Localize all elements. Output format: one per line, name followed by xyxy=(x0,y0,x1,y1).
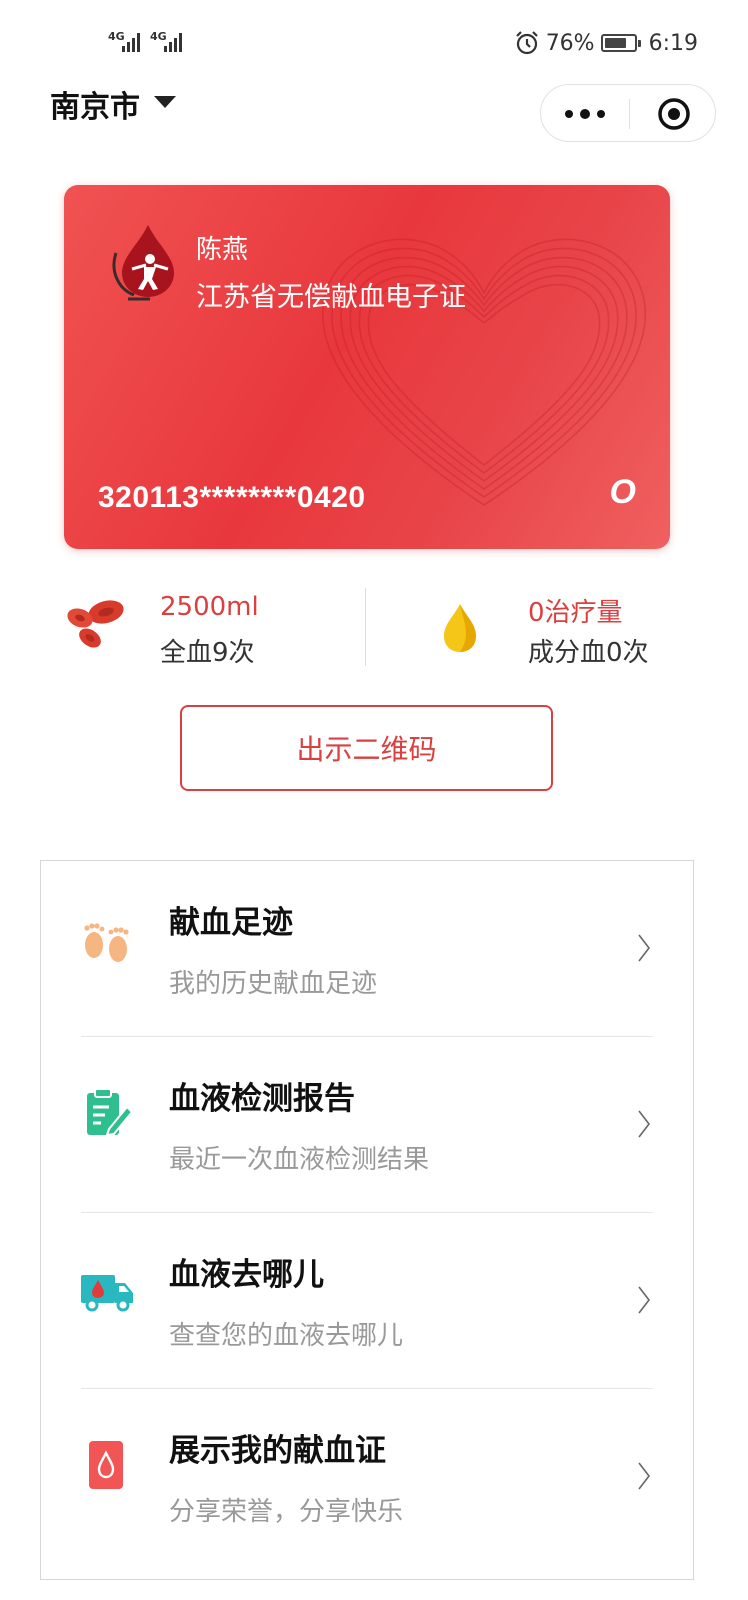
chevron-down-icon xyxy=(154,96,176,108)
donor-name: 陈燕 xyxy=(196,235,249,265)
city-label: 南京市 xyxy=(50,90,140,125)
chevron-right-icon xyxy=(638,934,651,962)
donor-card[interactable]: 陈燕 江苏省无偿献血电子证 320113********0420 O xyxy=(64,185,670,549)
battery-percent: 76% xyxy=(545,30,595,56)
blood-certificate-icon xyxy=(89,1441,123,1489)
red-blood-cells-icon xyxy=(67,600,124,648)
footprints-icon xyxy=(84,923,129,962)
show-qr-code-button[interactable]: 出示二维码 xyxy=(180,705,553,791)
list-item-donation-history[interactable]: 献血足迹 我的历史献血足迹 xyxy=(41,861,693,1037)
alarm-icon xyxy=(515,31,538,55)
status-bar: 4G 4G 76% 6:19 xyxy=(0,0,748,84)
item-subtitle: 最近一次血液检测结果 xyxy=(169,1145,430,1175)
item-title: 血液去哪儿 xyxy=(169,1257,324,1293)
component-blood-stat: 0治疗量 成分血0次 xyxy=(432,590,692,670)
plasma-drop-icon xyxy=(444,604,476,652)
item-subtitle: 分享荣誉，分享快乐 xyxy=(169,1497,404,1527)
item-subtitle: 查查您的血液去哪儿 xyxy=(169,1321,404,1351)
whole-blood-count: 全血9次 xyxy=(160,638,255,668)
list-item-show-certificate[interactable]: 展示我的献血证 分享荣誉，分享快乐 xyxy=(41,1389,693,1565)
clock: 6:19 xyxy=(648,30,698,56)
item-subtitle: 我的历史献血足迹 xyxy=(169,969,378,999)
component-volume: 0治疗量 xyxy=(528,598,623,628)
capsule-divider xyxy=(629,99,630,129)
menu-list: 献血足迹 我的历史献血足迹 血液检测报告 最近一次血液检测结果 血液去哪儿 查查… xyxy=(40,860,694,1580)
target-icon[interactable] xyxy=(657,97,691,131)
signal-bars-icon xyxy=(164,33,182,52)
blood-type: O xyxy=(609,473,636,511)
more-icon[interactable] xyxy=(561,101,609,127)
chevron-right-icon xyxy=(638,1462,651,1490)
blood-donation-logo xyxy=(112,225,174,301)
chevron-right-icon xyxy=(638,1110,651,1138)
item-title: 献血足迹 xyxy=(169,905,293,941)
ambulance-icon xyxy=(81,1275,133,1312)
report-icon xyxy=(87,1088,134,1137)
certificate-title: 江苏省无偿献血电子证 xyxy=(196,282,466,313)
whole-blood-stat: 2500ml 全血9次 xyxy=(64,590,354,670)
component-count: 成分血0次 xyxy=(528,638,649,668)
status-right: 76% 6:19 xyxy=(514,28,698,58)
id-number: 320113********0420 xyxy=(98,481,366,514)
city-selector[interactable]: 南京市 xyxy=(50,82,176,126)
list-item-blood-test-report[interactable]: 血液检测报告 最近一次血液检测结果 xyxy=(41,1037,693,1213)
stat-divider xyxy=(365,588,366,666)
item-title: 血液检测报告 xyxy=(169,1081,355,1117)
mini-program-capsule xyxy=(540,84,716,142)
item-title: 展示我的献血证 xyxy=(169,1433,386,1469)
battery-icon xyxy=(600,34,641,52)
whole-blood-volume: 2500ml xyxy=(160,592,259,622)
signal-bars-icon xyxy=(122,33,140,52)
chevron-right-icon xyxy=(638,1286,651,1314)
list-item-blood-destination[interactable]: 血液去哪儿 查查您的血液去哪儿 xyxy=(41,1213,693,1389)
